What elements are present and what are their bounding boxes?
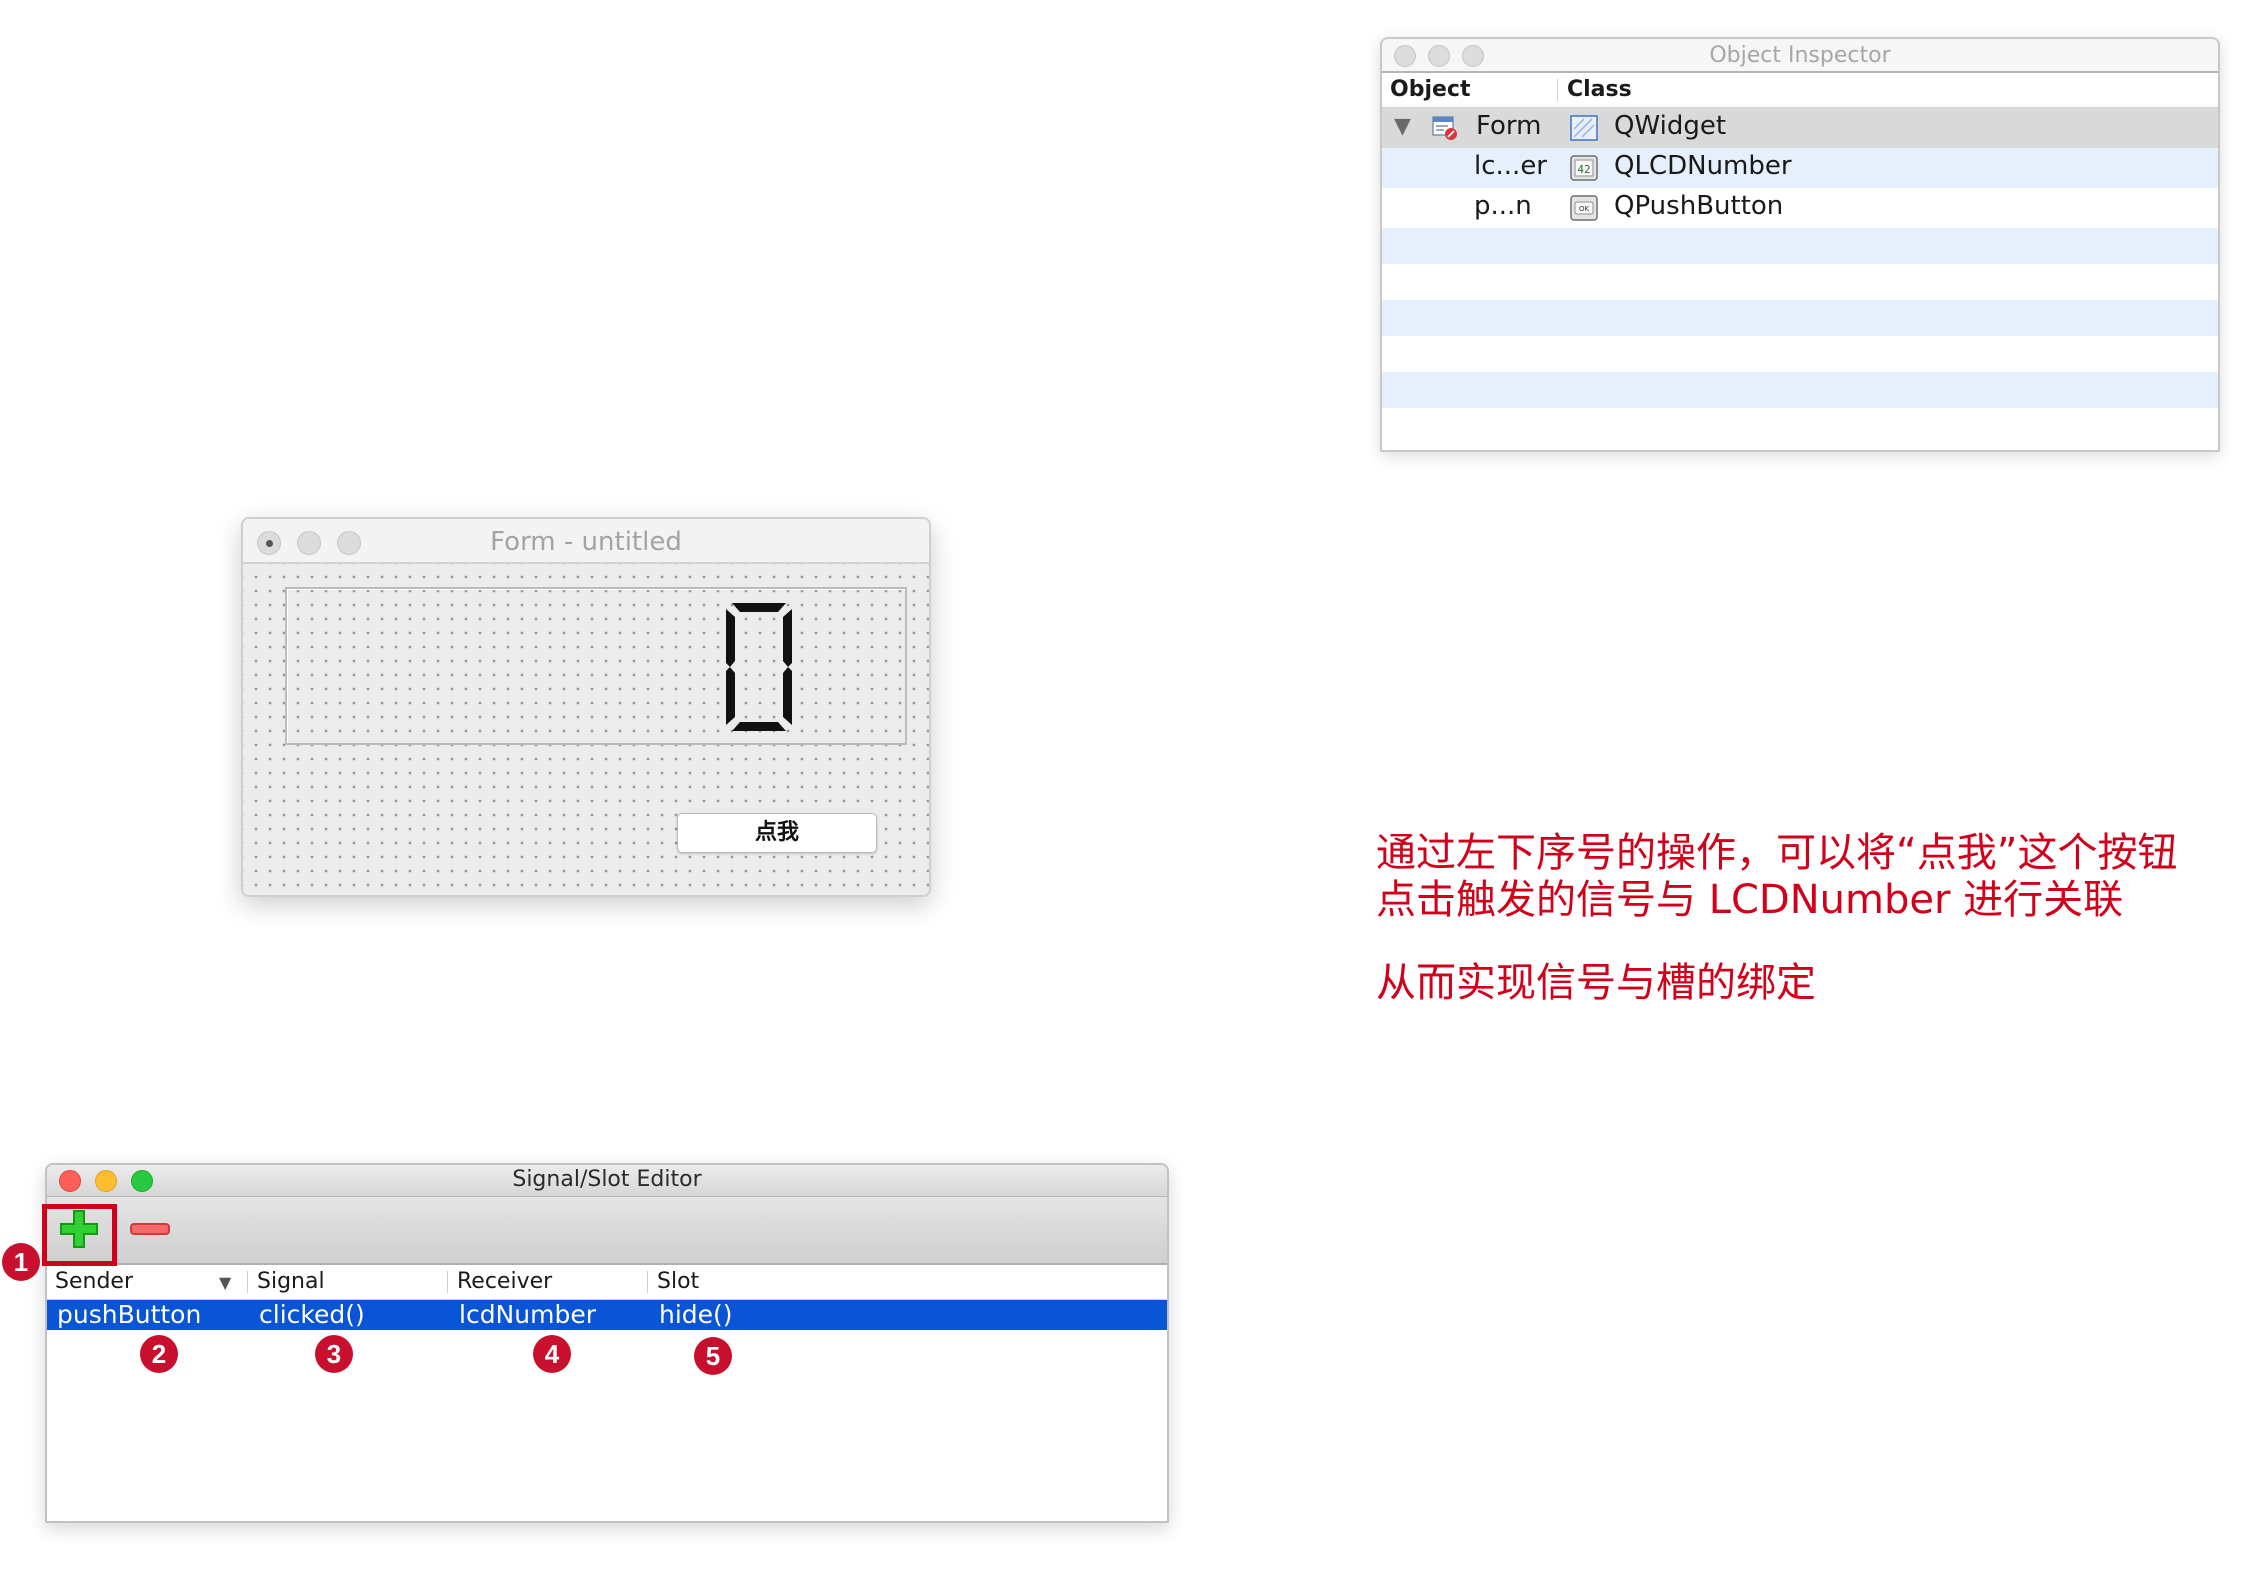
lcd-number-class-icon: 42: [1570, 155, 1598, 181]
column-divider: [647, 1271, 648, 1293]
push-button-label: 点我: [754, 820, 799, 845]
expand-triangle-icon[interactable]: ▼: [1394, 114, 1411, 139]
window-title: Form - untitled: [490, 527, 682, 557]
form-titlebar: Form - untitled: [243, 519, 929, 564]
annotation-line: 点击触发的信号与 LCDNumber 进行关联: [1376, 877, 2124, 923]
lcd-digit: [726, 603, 792, 731]
svg-text:OK: OK: [1579, 205, 1590, 213]
push-button-class-icon: OK: [1570, 195, 1598, 221]
sort-arrow-icon[interactable]: ▼: [219, 1273, 231, 1292]
signal-column-header[interactable]: Signal: [257, 1269, 325, 1294]
empty-row: [1382, 372, 2218, 408]
signal-slot-editor-window: Signal/Slot Editor Sender ▼ Signal Recei…: [45, 1163, 1169, 1523]
object-inspector-window: Object Inspector Object Class ▼ Form QWi…: [1380, 37, 2220, 452]
connection-row[interactable]: pushButton clicked() lcdNumber hide(): [47, 1300, 1167, 1330]
empty-row: [1382, 300, 2218, 336]
signal-slot-titlebar: Signal/Slot Editor: [47, 1165, 1167, 1197]
empty-row: [1382, 336, 2218, 372]
empty-row: [1382, 408, 2218, 444]
step-marker-3: 3: [315, 1335, 353, 1373]
push-button-dianwo[interactable]: 点我: [677, 813, 877, 853]
annotation-line: 通过左下序号的操作，可以将“点我”这个按钮: [1376, 830, 2178, 876]
empty-row: [1382, 228, 2218, 264]
object-name: lc...er: [1474, 151, 1547, 181]
class-column-header[interactable]: Class: [1567, 77, 1632, 102]
receiver-column-header[interactable]: Receiver: [457, 1269, 552, 1294]
minus-icon: [130, 1223, 170, 1235]
empty-row: [1382, 264, 2218, 300]
form-widget-icon: [1432, 115, 1458, 141]
object-name: p...n: [1474, 191, 1532, 221]
step-marker-2: 2: [140, 1335, 178, 1373]
object-inspector-header: Object Class: [1382, 73, 2218, 108]
object-inspector-titlebar: Object Inspector: [1382, 39, 2218, 73]
tree-row-lcdnumber[interactable]: lc...er 42 QLCDNumber: [1382, 148, 2218, 188]
receiver-cell[interactable]: lcdNumber: [459, 1300, 596, 1329]
tree-row-form[interactable]: ▼ Form QWidget: [1382, 108, 2218, 148]
remove-connection-button[interactable]: [129, 1219, 171, 1239]
qwidget-class-icon: [1570, 115, 1598, 141]
sender-column-header[interactable]: Sender: [55, 1269, 133, 1294]
step-marker-1: 1: [2, 1243, 40, 1281]
highlight-box: [42, 1204, 117, 1266]
form-designer-window: Form - untitled 0 点我: [241, 517, 931, 897]
slot-column-header[interactable]: Slot: [657, 1269, 699, 1294]
signal-cell[interactable]: clicked(): [259, 1300, 365, 1329]
column-divider: [1557, 79, 1558, 101]
step-marker-5: 5: [694, 1337, 732, 1375]
slot-cell[interactable]: hide(): [659, 1300, 733, 1329]
object-name: Form: [1476, 111, 1542, 141]
object-column-header[interactable]: Object: [1390, 77, 1470, 102]
window-title: Object Inspector: [1709, 43, 1891, 68]
class-name: QPushButton: [1614, 191, 1784, 221]
annotation-line: 从而实现信号与槽的绑定: [1376, 960, 1816, 1006]
lcd-number-widget[interactable]: 0: [285, 587, 907, 745]
window-title: Signal/Slot Editor: [512, 1167, 702, 1192]
svg-text:42: 42: [1577, 163, 1590, 176]
connections-table-header: Sender ▼ Signal Receiver Slot: [47, 1265, 1167, 1300]
sender-cell[interactable]: pushButton: [57, 1300, 201, 1329]
tree-row-pushbutton[interactable]: p...n OK QPushButton: [1382, 188, 2218, 228]
column-divider: [247, 1271, 248, 1293]
class-name: QLCDNumber: [1614, 151, 1792, 181]
step-marker-4: 4: [533, 1335, 571, 1373]
column-divider: [447, 1271, 448, 1293]
design-canvas[interactable]: 0 点我: [243, 564, 929, 895]
signal-slot-toolbar: [47, 1197, 1167, 1265]
class-name: QWidget: [1614, 111, 1727, 141]
